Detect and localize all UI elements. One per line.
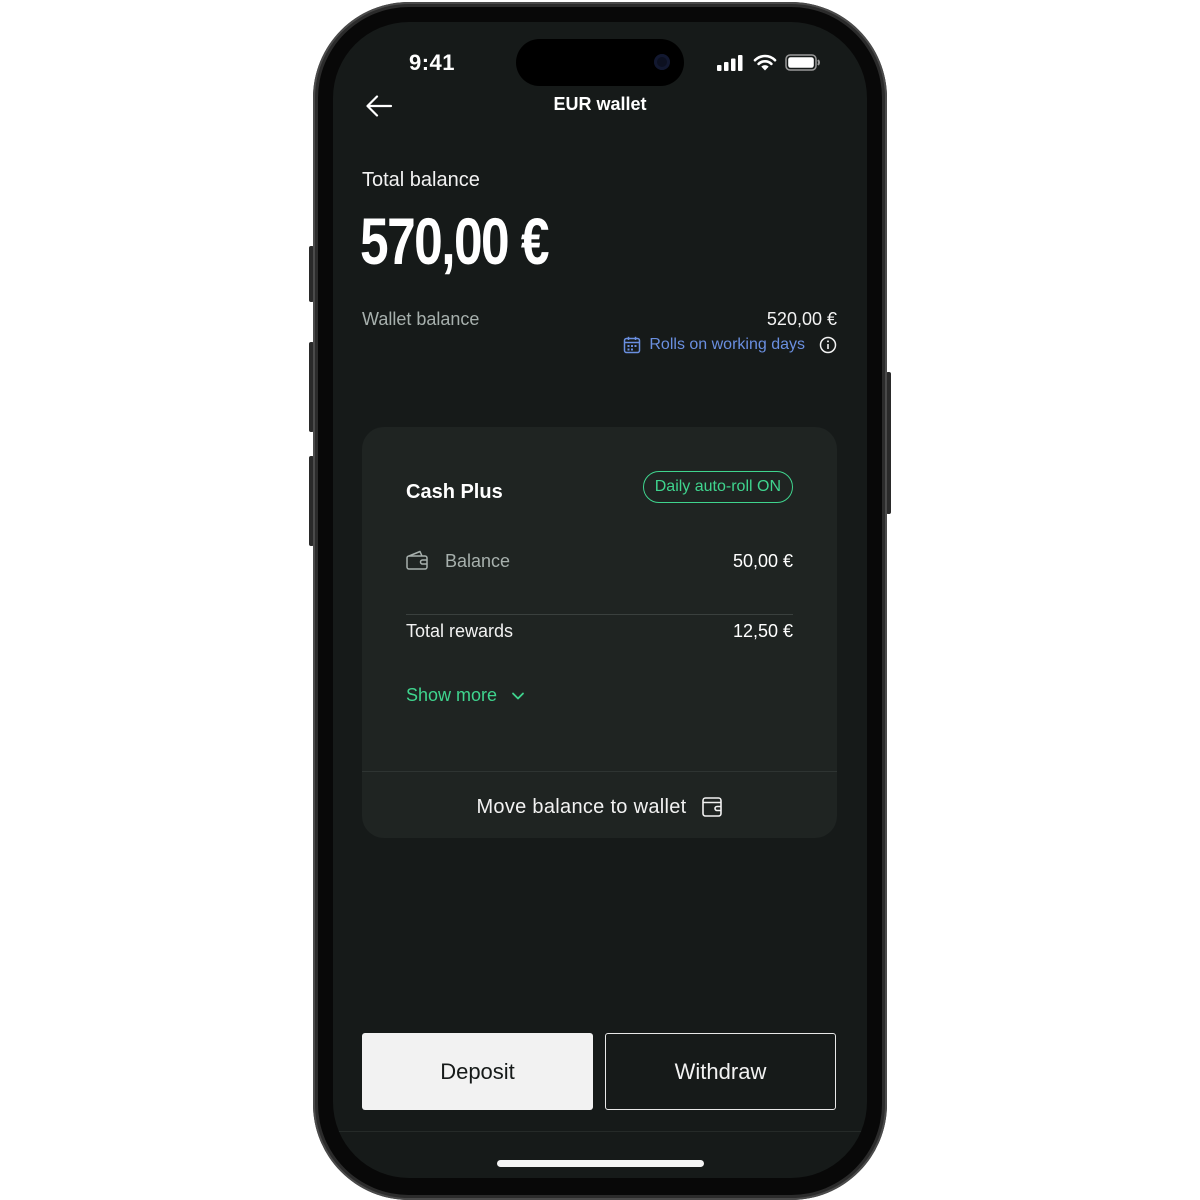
move-balance-label: Move balance to wallet [476,795,687,818]
total-balance-label: Total balance [362,169,480,191]
rolls-note-text: Rolls on working days [649,336,805,353]
calendar-icon [624,336,641,354]
wallet-icon [406,550,428,570]
wallet-balance-label: Wallet balance [362,309,480,329]
move-balance-button[interactable]: Move balance to wallet [362,779,837,835]
card-title: Cash Plus [406,481,503,503]
rolls-note[interactable]: Rolls on working days [623,336,837,354]
wifi-icon [753,54,777,71]
balance-value: 50,00 € [732,551,793,571]
rewards-row: Total rewards 12,50 € [406,617,793,647]
home-indicator[interactable] [497,1160,704,1167]
nav-header: EUR wallet [333,88,867,126]
wallet-icon [701,797,722,817]
status-time: 9:41 [409,50,456,75]
withdraw-button[interactable]: Withdraw [605,1033,836,1110]
dynamic-island [516,39,684,86]
wallet-balance-value: 520,00 € [766,309,837,329]
cash-plus-card: Cash Plus Daily auto-roll ON Balance 50,… [362,427,837,838]
auto-roll-badge: Daily auto-roll ON [642,471,793,503]
balance-row: Balance 50,00 € [406,547,793,577]
signal-icon [717,54,743,71]
total-balance-amount: 570,00 € [360,204,549,278]
card-separator [362,771,837,772]
rewards-label: Total rewards [406,621,514,641]
status-icons [717,54,821,71]
phone-screen: 9:41 EUR wallet Total balance 570,00 € W… [333,22,867,1178]
deposit-button[interactable]: Deposit [362,1033,593,1110]
info-icon[interactable] [819,336,837,354]
camera-icon [654,54,670,70]
battery-icon [785,54,820,71]
rewards-value: 12,50 € [732,621,793,641]
chevron-down-icon [512,692,524,699]
balance-label: Balance [445,551,511,571]
show-more-label: Show more [406,685,498,705]
divider [406,614,793,615]
show-more-button[interactable]: Show more [406,685,525,706]
page-title: EUR wallet [553,94,647,114]
bottom-divider [333,1131,867,1132]
